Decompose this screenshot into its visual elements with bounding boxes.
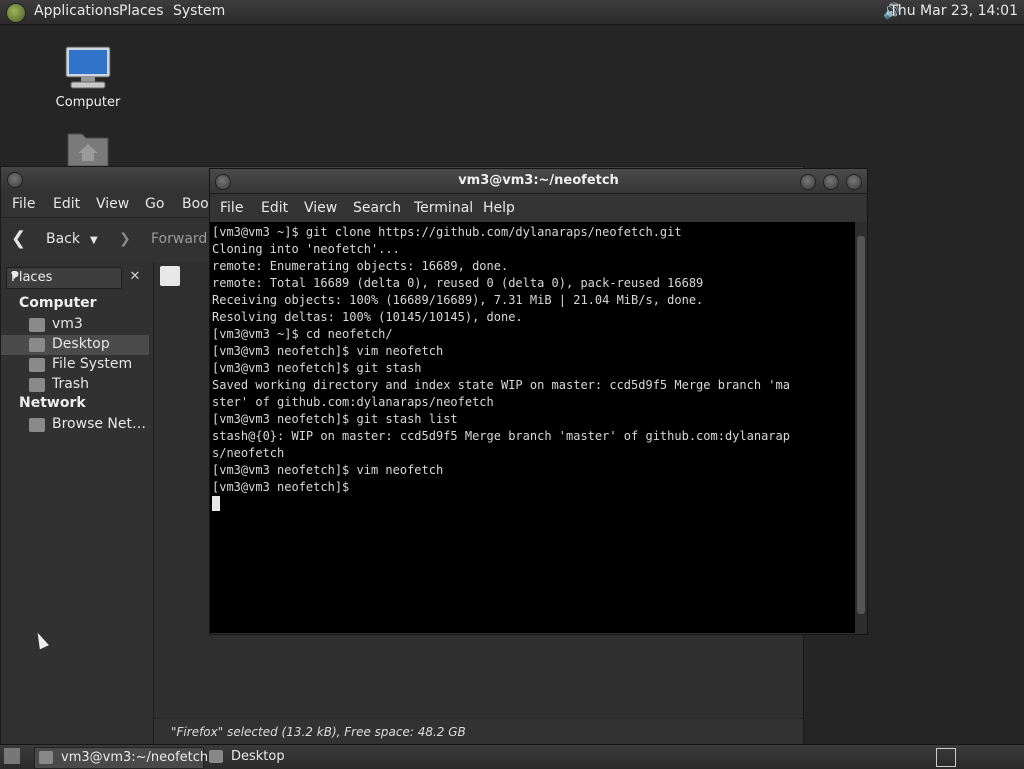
sidebar-item-trash[interactable]: Trash [1,375,149,395]
sidebar-item-label: Desktop [52,336,110,352]
taskbar-item-desktop[interactable]: Desktop [205,747,345,767]
applications-menu[interactable]: Applications [34,3,120,19]
file-manager-sidebar: Places ▼ ✕ Computer vm3 Desktop File Sys… [1,262,154,745]
desktop-icon-computer[interactable]: Computer [52,45,124,110]
top-panel: Applications Places System 🔊 Thu Mar 23,… [0,0,1024,25]
terminal-titlebar[interactable]: vm3@vm3:~/neofetch [210,169,867,194]
terminal-line: Receiving objects: 100% (16689/16689), 7… [212,293,704,307]
clock[interactable]: Thu Mar 23, 14:01 [889,3,1018,19]
sidebar-section-network: Network [19,395,86,411]
term-menu-terminal[interactable]: Terminal [414,200,473,216]
system-menu[interactable]: System [173,3,225,19]
sidebar-item-label: Trash [52,376,89,392]
terminal-scrollbar[interactable] [855,222,867,633]
terminal-line: Resolving deltas: 100% (10145/10145), do… [212,310,523,324]
sidebar-item-desktop[interactable]: Desktop [1,335,149,355]
workspace-switcher-icon[interactable] [936,748,956,767]
terminal-output: [vm3@vm3 ~]$ git clone https://github.co… [210,222,855,513]
terminal-line: [vm3@vm3 ~]$ git clone https://github.co… [212,225,682,239]
home-folder-icon [67,133,109,167]
term-menu-help[interactable]: Help [483,200,515,216]
terminal-line: s/neofetch [212,446,285,460]
terminal-line: [vm3@vm3 neofetch]$ vim neofetch [212,463,444,477]
sidebar-item-label: Browse Net… [52,416,147,432]
term-menu-edit[interactable]: Edit [261,200,288,216]
desktop-icon-label: Computer [55,95,121,110]
fm-menu-go[interactable]: Go [145,196,164,212]
fm-menu-view[interactable]: View [96,196,129,212]
edit-location-icon[interactable] [160,266,180,286]
computer-icon [65,46,111,89]
term-menu-view[interactable]: View [304,200,337,216]
taskbar-item-label: Desktop [231,749,285,764]
sidebar-item-browse-network[interactable]: Browse Net… [1,415,149,435]
back-arrow-icon[interactable]: ❮ [11,228,26,249]
terminal-line: [vm3@vm3 neofetch]$ git stash list [212,412,458,426]
back-dropdown-icon[interactable]: ▼ [90,235,98,246]
places-combo[interactable]: Places ▼ [6,267,122,289]
show-desktop-icon[interactable] [4,748,20,764]
back-button[interactable]: Back [46,231,80,247]
sidebar-item-file-system[interactable]: File System [1,355,149,375]
bottom-panel: vm3@vm3:~/neofetch Desktop [0,744,1024,769]
terminal-line: remote: Total 16689 (delta 0), reused 0 … [212,276,704,290]
file-manager-icon [209,750,223,763]
minimize-icon[interactable] [800,174,816,190]
terminal-line: [vm3@vm3 neofetch]$ git stash [212,361,422,375]
forward-button[interactable]: Forward [151,231,207,247]
home-icon [29,318,45,332]
terminal-line: Cloning into 'neofetch'... [212,242,400,256]
term-menu-file[interactable]: File [220,200,243,216]
terminal-screen[interactable]: [vm3@vm3 ~]$ git clone https://github.co… [210,222,855,633]
close-icon[interactable] [846,174,862,190]
fm-menu-edit[interactable]: Edit [53,196,80,212]
sidebar-section-computer: Computer [19,295,97,311]
terminal-line: [vm3@vm3 neofetch]$ vim neofetch [212,344,444,358]
chevron-down-icon: ▼ [11,271,18,281]
terminal-prompt: [vm3@vm3 neofetch]$ [212,480,357,494]
terminal-line: [vm3@vm3 ~]$ cd neofetch/ [212,327,393,341]
terminal-menubar: File Edit View Search Terminal Help [210,194,867,222]
terminal-line: Saved working directory and index state … [212,378,790,392]
trash-icon [29,378,45,392]
terminal-icon [39,751,53,764]
taskbar-item-terminal[interactable]: vm3@vm3:~/neofetch [34,747,208,769]
term-menu-search[interactable]: Search [353,200,401,216]
close-sidebar-icon[interactable]: ✕ [125,267,145,287]
places-menu[interactable]: Places [119,3,164,19]
status-text: "Firefox" selected (13.2 kB), Free space… [171,725,466,739]
network-icon [29,418,45,432]
fm-menu-file[interactable]: File [12,196,35,212]
sidebar-item-label: File System [52,356,133,372]
window-title: vm3@vm3:~/neofetch [458,173,619,188]
desktop-icon [29,338,45,352]
forward-arrow-icon[interactable]: ❯ [119,231,131,247]
terminal-cursor [212,496,220,511]
taskbar-item-label: vm3@vm3:~/neofetch [61,750,209,765]
distro-logo-icon[interactable] [6,3,26,23]
sidebar-item-label: vm3 [52,316,83,332]
maximize-icon[interactable] [823,174,839,190]
window-menu-icon[interactable] [7,172,23,188]
terminal-line: stash@{0}: WIP on master: ccd5d9f5 Merge… [212,429,790,443]
terminal-line: ster' of github.com:dylanaraps/neofetch [212,395,494,409]
file-manager-statusbar: "Firefox" selected (13.2 kB), Free space… [154,718,803,745]
scrollbar-thumb[interactable] [857,236,865,614]
sidebar-item-vm3[interactable]: vm3 [1,315,149,335]
drive-icon [29,358,45,372]
terminal-window: vm3@vm3:~/neofetch File Edit View Search… [209,168,868,635]
terminal-line: remote: Enumerating objects: 16689, done… [212,259,509,273]
